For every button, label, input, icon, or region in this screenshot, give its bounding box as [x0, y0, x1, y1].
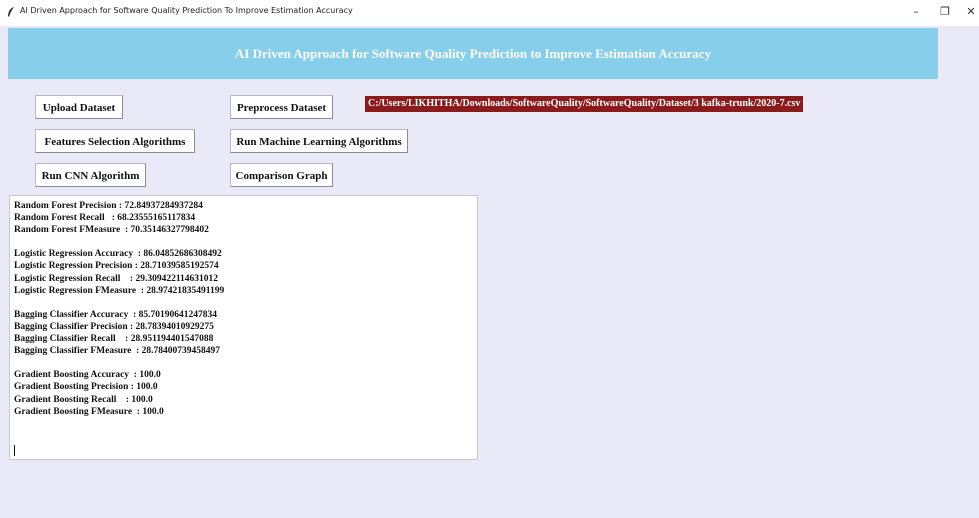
features-selection-button[interactable]: Features Selection Algorithms: [35, 129, 195, 153]
header-banner: AI Driven Approach for Software Quality …: [8, 28, 938, 79]
run-ml-algorithms-button[interactable]: Run Machine Learning Algorithms: [230, 129, 408, 153]
close-button[interactable]: ✕: [960, 3, 979, 21]
preprocess-dataset-button[interactable]: Preprocess Dataset: [230, 95, 333, 119]
run-cnn-button[interactable]: Run CNN Algorithm: [35, 163, 146, 187]
window-titlebar: AI Driven Approach for Software Quality …: [0, 0, 979, 26]
window-title: AI Driven Approach for Software Quality …: [20, 6, 353, 15]
output-textarea[interactable]: Random Forest Precision : 72.84937284937…: [9, 195, 478, 460]
output-text: Random Forest Precision : 72.84937284937…: [14, 201, 225, 417]
maximize-button[interactable]: ❐: [934, 3, 956, 21]
page-title: AI Driven Approach for Software Quality …: [234, 46, 712, 61]
text-caret: [14, 445, 15, 456]
upload-dataset-button[interactable]: Upload Dataset: [35, 95, 123, 119]
minimize-button[interactable]: –: [905, 3, 927, 21]
comparison-graph-button[interactable]: Comparison Graph: [230, 163, 333, 187]
feather-icon: [8, 7, 14, 17]
dataset-path-label: C:/Users/LIKHITHA/Downloads/SoftwareQual…: [365, 96, 804, 112]
